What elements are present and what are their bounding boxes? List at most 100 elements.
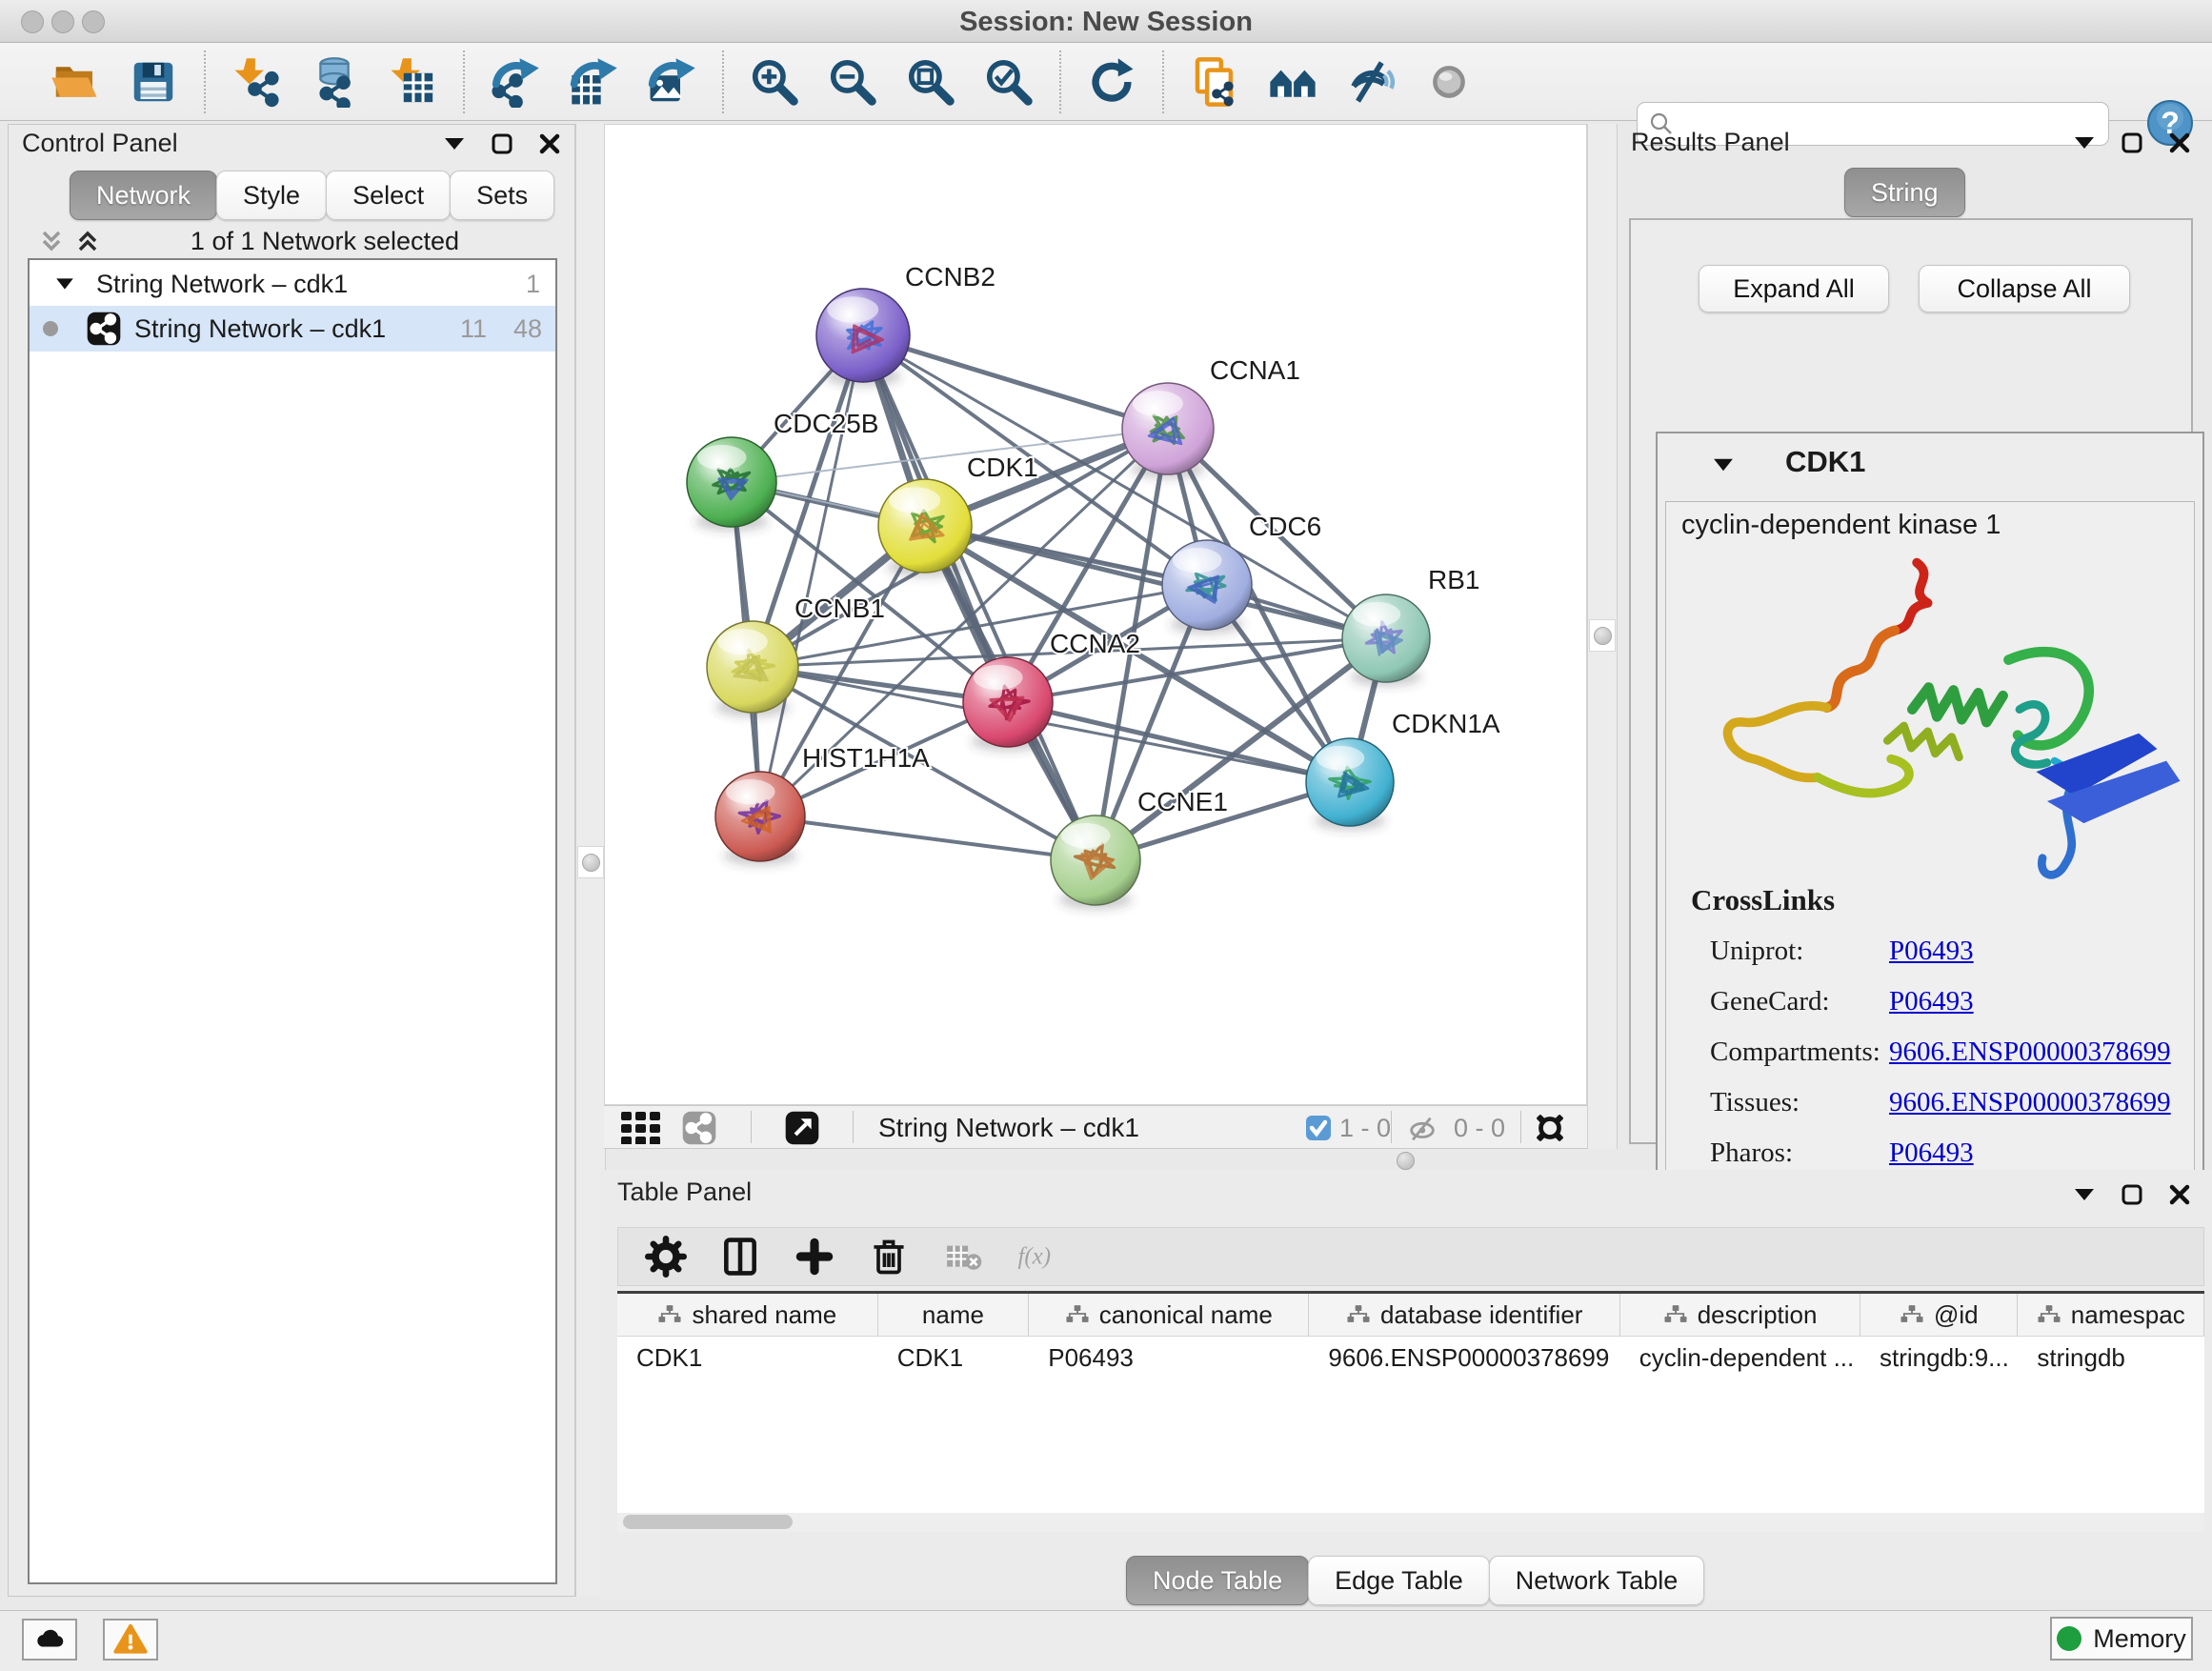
memory-button[interactable]: Memory (2050, 1617, 2193, 1661)
table-cell[interactable]: stringdb:9... (1860, 1337, 2018, 1379)
export-table-button[interactable] (560, 51, 627, 112)
copy-documents-button[interactable] (1181, 51, 1248, 112)
network-canvas[interactable]: CCNB2CCNA1CDC25BCDK1CDC6RB1CCNB1CCNA2CDK… (605, 125, 1586, 1104)
refresh-button[interactable] (1078, 51, 1145, 112)
collection-count: 1 (526, 270, 540, 299)
table-cell[interactable]: P06493 (1029, 1337, 1309, 1379)
tab-style[interactable]: Style (216, 171, 327, 220)
network-node-CDK1[interactable] (878, 479, 972, 577)
zoom-out-button[interactable] (819, 51, 886, 112)
right-splitter-handle[interactable] (1589, 619, 1616, 652)
column-header-shared-name[interactable]: shared name (617, 1294, 878, 1336)
selected-checkbox-icon[interactable] (1305, 1115, 1332, 1141)
table-cell[interactable]: 9606.ENSP00000378699 (1309, 1337, 1619, 1379)
tab-network-table[interactable]: Network Table (1489, 1556, 1705, 1605)
collapse-all-button[interactable]: Collapse All (1919, 265, 2130, 312)
column-header-name[interactable]: name (878, 1294, 1029, 1336)
float-panel-icon[interactable] (2121, 1183, 2143, 1206)
table-row[interactable]: CDK1CDK1P064939606.ENSP00000378699cyclin… (617, 1337, 2204, 1379)
close-panel-icon[interactable] (2168, 1183, 2191, 1206)
table-toolbar: f(x) (617, 1227, 2204, 1286)
birds-eye-view-icon[interactable] (785, 1111, 819, 1145)
selected-count: 1 - 0 (1339, 1114, 1391, 1143)
float-panel-icon[interactable] (491, 132, 513, 155)
column-header-description[interactable]: description (1620, 1294, 1860, 1336)
tab-network[interactable]: Network (70, 171, 217, 220)
import-network-button[interactable] (223, 51, 290, 112)
add-column-icon[interactable] (794, 1236, 835, 1278)
network-node-RB1[interactable] (1342, 594, 1430, 687)
hidden-eye-icon[interactable] (1406, 1113, 1438, 1145)
network-row-selected[interactable]: String Network – cdk1 11 48 (30, 306, 555, 352)
expand-all-button[interactable]: Expand All (1699, 265, 1889, 312)
float-panel-icon[interactable] (2121, 131, 2143, 154)
table-cell[interactable]: stringdb (2018, 1337, 2204, 1379)
left-splitter-handle[interactable] (577, 846, 604, 878)
tab-string[interactable]: String (1844, 168, 1965, 217)
zoom-in-button[interactable] (741, 51, 808, 112)
network-node-CCNE1[interactable] (1051, 815, 1140, 910)
panel-menu-icon[interactable] (2073, 1187, 2096, 1202)
hide-glass-button[interactable] (1337, 51, 1404, 112)
column-header-canonical-name[interactable]: canonical name (1029, 1294, 1309, 1336)
network-node-HIST1H1A[interactable] (715, 772, 805, 866)
network-collection-row[interactable]: String Network – cdk1 1 (30, 262, 555, 306)
column-header-@id[interactable]: @id (1860, 1294, 2018, 1336)
crosslink-link[interactable]: 9606.ENSP00000378699 (1889, 1037, 2171, 1068)
panel-menu-icon[interactable] (443, 136, 466, 151)
cloud-button[interactable] (22, 1619, 77, 1661)
network-node-CDC25B[interactable] (687, 437, 776, 532)
network-node-CCNB1[interactable] (707, 621, 798, 717)
network-node-CCNA1[interactable] (1122, 383, 1214, 479)
network-node-CCNB2[interactable] (816, 289, 910, 387)
grid-view-icon[interactable] (621, 1112, 661, 1144)
collapse-all-networks-icon[interactable] (37, 227, 66, 255)
save-session-button[interactable] (120, 51, 187, 112)
close-panel-icon[interactable] (2168, 131, 2191, 154)
tab-sets[interactable]: Sets (450, 171, 554, 220)
tab-select[interactable]: Select (326, 171, 451, 220)
table-hscrollbar[interactable] (617, 1513, 2204, 1532)
gear-icon[interactable] (645, 1236, 687, 1278)
fit-selected-crosshair-icon[interactable] (1532, 1110, 1568, 1146)
network-node-CDC6[interactable] (1162, 540, 1252, 634)
crosslink-link[interactable]: P06493 (1889, 986, 1974, 1017)
right-splitter[interactable] (1587, 124, 1618, 1149)
tab-edge-table[interactable]: Edge Table (1308, 1556, 1490, 1605)
network-node-CDKN1A[interactable] (1306, 738, 1394, 831)
collection-expander-icon[interactable] (56, 278, 73, 289)
column-header-database-identifier[interactable]: database identifier (1309, 1294, 1620, 1336)
cloud-icon (32, 1622, 67, 1657)
close-panel-icon[interactable] (538, 132, 561, 155)
zoom-fit-button[interactable] (897, 51, 964, 112)
table-cell[interactable]: CDK1 (878, 1337, 1030, 1379)
columns-icon[interactable] (719, 1236, 761, 1278)
network-node-CCNA2[interactable] (963, 657, 1053, 752)
warnings-button[interactable] (103, 1619, 158, 1661)
expand-all-networks-icon[interactable] (73, 227, 102, 255)
table-hscrollbar-thumb[interactable] (623, 1515, 793, 1529)
network-type-icon[interactable] (682, 1111, 716, 1145)
open-session-button[interactable] (42, 51, 109, 112)
export-network-button[interactable] (482, 51, 549, 112)
export-image-button[interactable] (638, 51, 705, 112)
node-table[interactable]: shared namenamecanonical namedatabase id… (617, 1291, 2204, 1514)
panel-menu-icon[interactable] (2073, 135, 2096, 151)
import-table-button[interactable] (379, 51, 446, 112)
crosslink-link[interactable]: P06493 (1889, 1137, 1974, 1169)
table-cell[interactable]: CDK1 (617, 1337, 878, 1379)
sphere-button[interactable] (1416, 51, 1482, 112)
string-network-icon (87, 312, 121, 346)
crosslink-link[interactable]: P06493 (1889, 936, 1974, 967)
string-home-button[interactable] (1259, 51, 1326, 112)
column-header-namespac[interactable]: namespac (2018, 1294, 2204, 1336)
entry-expander-icon[interactable] (1714, 459, 1733, 472)
trash-icon[interactable] (868, 1236, 910, 1278)
table-cell[interactable]: cyclin-dependent ... (1620, 1337, 1860, 1379)
tab-node-table[interactable]: Node Table (1126, 1556, 1309, 1605)
import-database-button[interactable] (301, 51, 368, 112)
network-view[interactable]: CCNB2CCNA1CDC25BCDK1CDC6RB1CCNB1CCNA2CDK… (604, 124, 1587, 1105)
bottom-splitter-handle[interactable] (1391, 1152, 1419, 1169)
zoom-selected-button[interactable] (975, 51, 1042, 112)
crosslink-link[interactable]: 9606.ENSP00000378699 (1889, 1087, 2171, 1118)
